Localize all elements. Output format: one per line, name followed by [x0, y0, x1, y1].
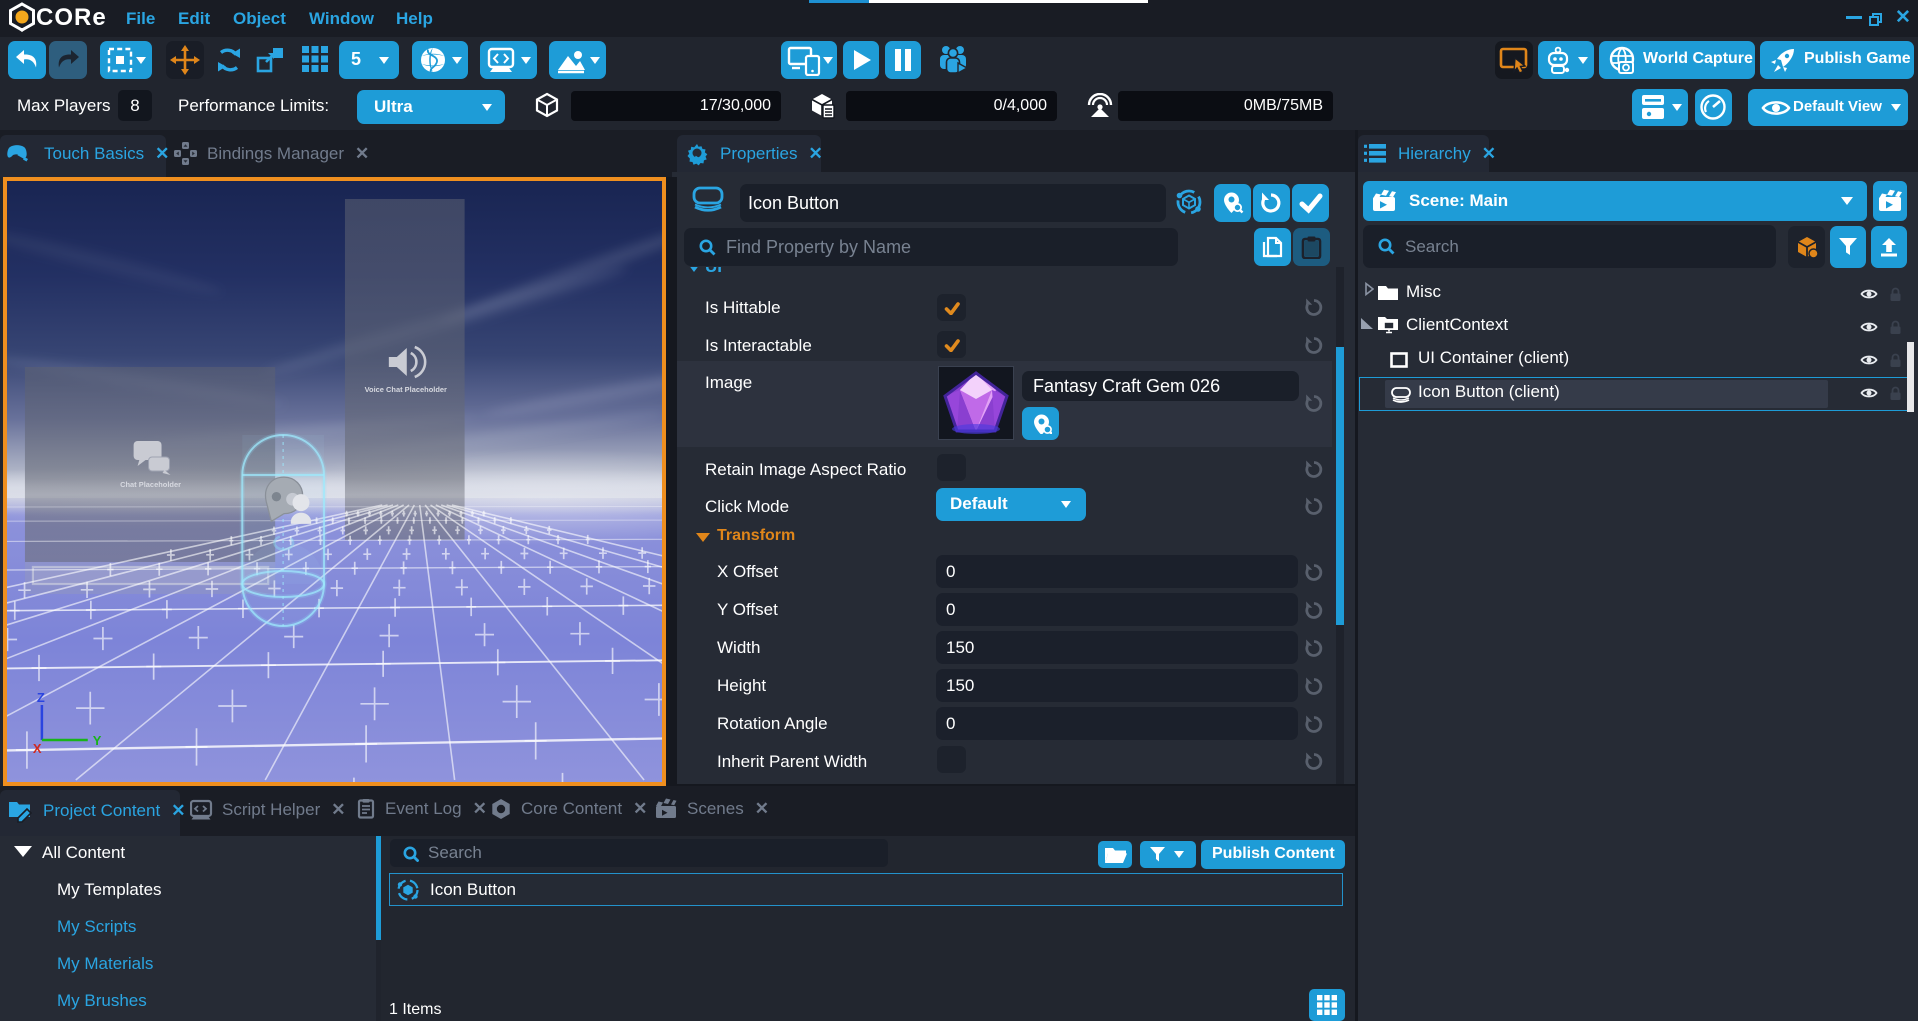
svg-text:Y: Y [93, 733, 102, 748]
svg-text:Z: Z [37, 690, 45, 705]
svg-text:Voice Chat Placeholder: Voice Chat Placeholder [365, 385, 447, 394]
svg-text:X: X [33, 741, 42, 756]
